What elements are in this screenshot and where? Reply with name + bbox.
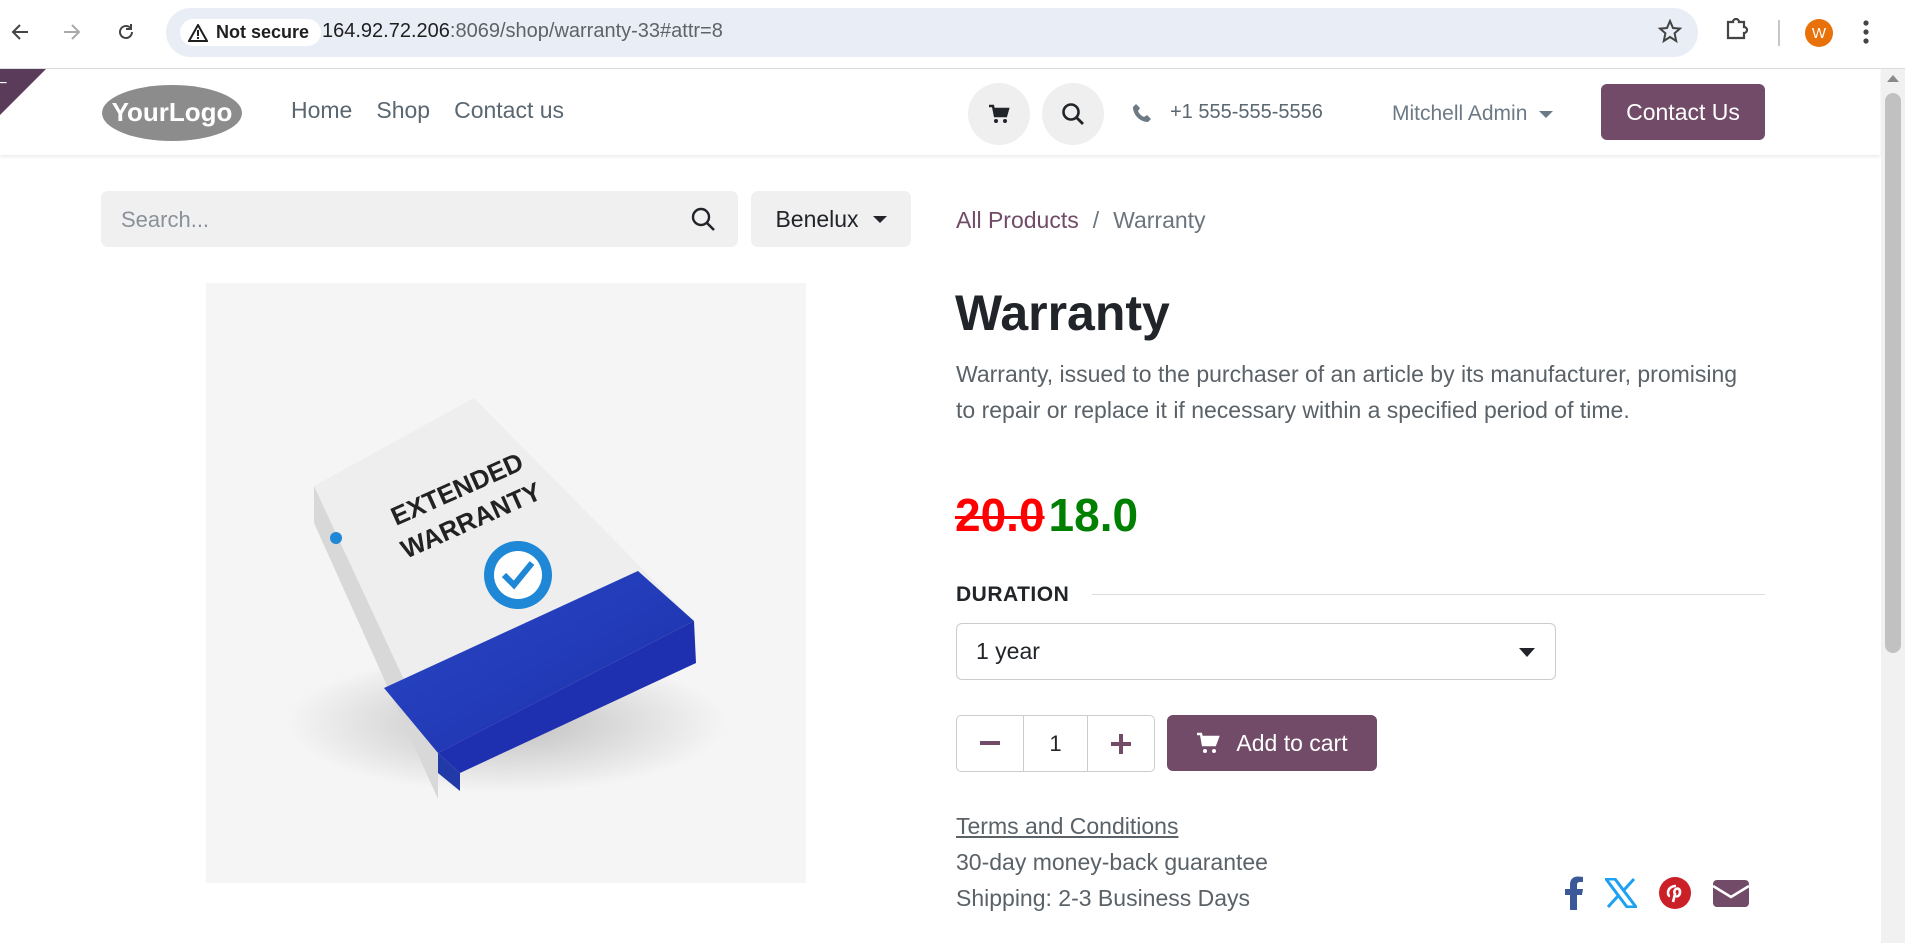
terms-link[interactable]: Terms and Conditions	[956, 813, 1178, 840]
scrollbar-thumb[interactable]	[1885, 93, 1901, 653]
user-menu[interactable]: Mitchell Admin	[1392, 102, 1554, 126]
breadcrumb-separator: /	[1092, 207, 1100, 233]
minus-icon	[980, 740, 1000, 745]
chevron-down-icon	[1539, 110, 1554, 118]
email-icon[interactable]	[1713, 878, 1749, 908]
pricelist-dropdown[interactable]: Benelux	[751, 191, 911, 247]
search-icon	[1062, 103, 1084, 125]
menu-home[interactable]: Home	[291, 97, 352, 124]
share-links	[1565, 876, 1749, 910]
url-text[interactable]: 164.92.72.206:8069/shop/warranty-33#attr…	[322, 20, 723, 43]
logo-text: YourLogo	[112, 97, 233, 127]
product-title: Warranty	[955, 285, 1170, 341]
site-logo[interactable]: YourLogo	[100, 83, 244, 143]
attribute-label: DURATION	[956, 583, 1070, 606]
shipping-text: Shipping: 2-3 Business Days	[956, 885, 1251, 911]
url-host: 164.92.72.206	[322, 20, 450, 42]
guarantee-text: 30-day money-back guarantee	[956, 849, 1268, 875]
product-description: Warranty, issued to the purchaser of an …	[956, 361, 1738, 423]
duration-value: 1 year	[976, 638, 1040, 664]
browser-toolbar: Not secure 164.92.72.206:8069/shop/warra…	[0, 0, 1905, 69]
search-icon[interactable]	[690, 206, 716, 232]
reload-icon	[119, 24, 133, 39]
main-menu: Home Shop Contact us	[291, 97, 564, 124]
warning-icon	[188, 23, 208, 42]
corner-glyph-icon: ⌐	[0, 75, 8, 92]
old-price: 20.0	[955, 489, 1045, 541]
cart-icon	[989, 104, 1010, 123]
extensions-icon[interactable]	[1722, 14, 1750, 47]
cart-button[interactable]	[968, 83, 1030, 145]
profile-avatar[interactable]: W	[1805, 19, 1833, 47]
back-arrow-icon	[11, 24, 28, 40]
scroll-up-icon[interactable]	[1887, 75, 1899, 82]
breadcrumb-all-products[interactable]: All Products	[956, 207, 1079, 234]
browser-menu-icon[interactable]	[1862, 18, 1870, 51]
attribute-divider	[1092, 594, 1765, 595]
add-to-cart-label: Add to cart	[1236, 729, 1348, 756]
cart-icon	[1197, 732, 1221, 753]
breadcrumb: All Products / Warranty	[956, 207, 1206, 234]
url-path: :8069/shop/warranty-33#attr=8	[449, 20, 723, 42]
product-image[interactable]: EXTENDED WARRANTY	[206, 283, 806, 883]
forward-arrow-icon	[64, 24, 81, 40]
menu-contact[interactable]: Contact us	[454, 97, 564, 124]
pricelist-label: Benelux	[775, 205, 859, 232]
product-price: 20.0 18.0	[955, 488, 1138, 542]
reload-button[interactable]	[108, 14, 144, 50]
editor-corner-badge[interactable]: ⌐	[0, 69, 46, 115]
chevron-down-icon	[1519, 648, 1535, 657]
site-header: ⌐ YourLogo Home Shop Contact us +1 555-5…	[0, 69, 1880, 155]
increase-quantity-button[interactable]	[1088, 716, 1154, 771]
security-label: Not secure	[216, 22, 310, 42]
current-price: 18.0	[1048, 489, 1139, 541]
x-twitter-icon[interactable]	[1605, 878, 1637, 908]
search-input[interactable]	[119, 191, 683, 249]
toolbar-divider	[1778, 20, 1780, 46]
breadcrumb-current: Warranty	[1113, 207, 1206, 233]
forward-button[interactable]	[54, 14, 90, 50]
duration-select[interactable]: 1 year	[956, 623, 1556, 680]
contact-us-button[interactable]: Contact Us	[1601, 84, 1765, 140]
header-phone[interactable]: +1 555-555-5556	[1132, 101, 1323, 124]
quantity-input[interactable]: 1	[1023, 716, 1088, 771]
security-chip[interactable]: Not secure	[180, 19, 322, 46]
menu-shop[interactable]: Shop	[376, 97, 430, 124]
add-to-cart-button[interactable]: Add to cart	[1167, 715, 1377, 771]
address-bar[interactable]: Not secure 164.92.72.206:8069/shop/warra…	[166, 8, 1698, 57]
plus-icon	[1111, 733, 1131, 754]
search-toggle-button[interactable]	[1042, 83, 1104, 145]
facebook-icon[interactable]	[1565, 876, 1583, 910]
bookmark-star-icon[interactable]	[1657, 18, 1683, 48]
decrease-quantity-button[interactable]	[957, 716, 1023, 771]
page-scrollbar[interactable]	[1881, 69, 1905, 943]
chevron-down-icon	[872, 215, 887, 223]
product-search	[101, 191, 738, 249]
user-name: Mitchell Admin	[1392, 102, 1528, 125]
back-button[interactable]	[2, 14, 38, 50]
pinterest-icon[interactable]	[1659, 877, 1691, 909]
phone-icon	[1133, 103, 1151, 122]
phone-number: +1 555-555-5556	[1170, 101, 1323, 123]
quantity-stepper: 1	[956, 715, 1155, 772]
